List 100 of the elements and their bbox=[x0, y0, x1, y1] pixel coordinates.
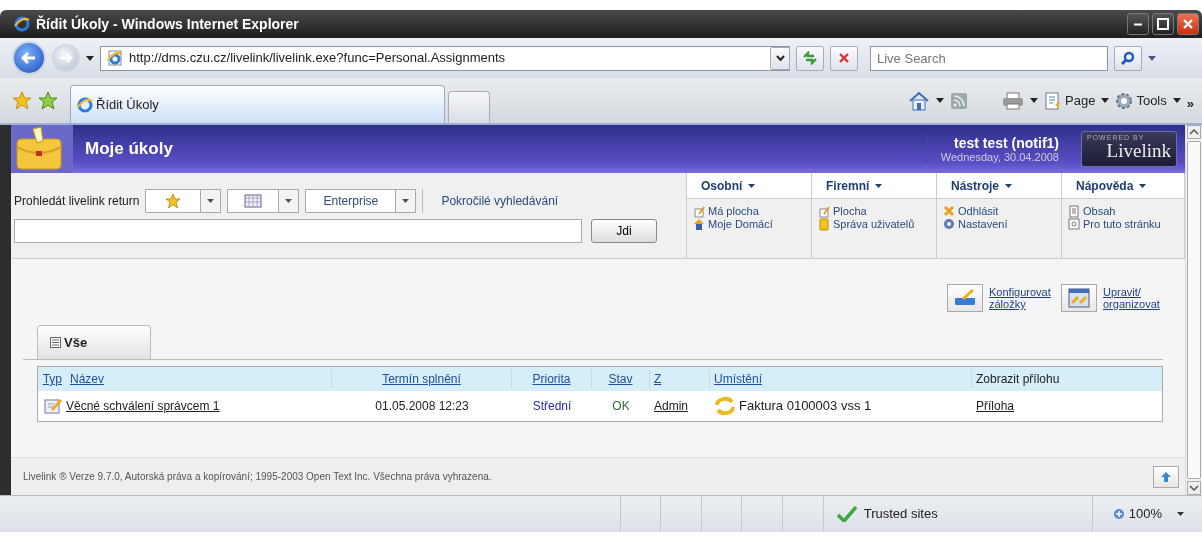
refresh-icon bbox=[802, 51, 818, 65]
due-date: 01.05.2008 12:23 bbox=[374, 398, 470, 415]
column-header[interactable]: Umístění bbox=[710, 370, 972, 388]
home-icon bbox=[693, 218, 705, 231]
dropdown-caret-icon[interactable] bbox=[1030, 98, 1039, 103]
action-icon-button[interactable] bbox=[1061, 284, 1097, 312]
arrows-icon bbox=[1068, 288, 1090, 308]
maximize-icon bbox=[1157, 18, 1169, 30]
favorites-star-icon[interactable] bbox=[12, 90, 32, 111]
maximize-button[interactable] bbox=[1152, 13, 1174, 35]
page-icon bbox=[107, 50, 123, 66]
dropdown-caret-icon[interactable] bbox=[1148, 55, 1156, 61]
close-icon bbox=[1182, 18, 1194, 30]
browser-logo-icon bbox=[77, 96, 93, 113]
search-icon bbox=[1121, 51, 1135, 65]
back-button[interactable] bbox=[12, 41, 46, 75]
menu-link[interactable]: Nastavení bbox=[943, 218, 1055, 231]
search-label: Prohledát livelink return bbox=[14, 192, 140, 210]
column-header[interactable]: Stav bbox=[592, 370, 650, 388]
column-header: Zobrazit přílohu bbox=[975, 371, 1061, 388]
dropdown-caret-icon[interactable] bbox=[1101, 98, 1110, 103]
scrollbar-thumb[interactable] bbox=[1187, 141, 1201, 479]
calendar-icon bbox=[244, 193, 263, 208]
menu-link[interactable]: Moje Domácí bbox=[693, 218, 805, 231]
page-icon bbox=[1044, 91, 1063, 110]
action-link[interactable]: Upravit/ organizovat bbox=[1103, 286, 1179, 310]
close-button[interactable] bbox=[1177, 13, 1199, 35]
browser-tab[interactable]: Řídit Úkoly bbox=[70, 85, 445, 123]
search-input[interactable] bbox=[14, 218, 582, 243]
dropdown-caret-icon bbox=[748, 183, 756, 188]
dropdown-caret-icon bbox=[285, 198, 293, 203]
menu-header[interactable]: Osobní bbox=[687, 173, 811, 199]
task-edit-icon bbox=[44, 397, 62, 415]
column-header[interactable]: Název bbox=[66, 370, 332, 388]
dropdown-caret-icon bbox=[402, 198, 410, 203]
footer-text: Livelink ® Verze 9.7.0, Autorská práva a kopírování; 1995-2003 Open Text Inc. Všechna práva vyhrazena. bbox=[22, 470, 493, 484]
action-icon-button[interactable] bbox=[947, 284, 983, 312]
list-icon bbox=[50, 337, 61, 348]
add-favorite-icon[interactable] bbox=[38, 90, 58, 111]
dropdown-caret-icon bbox=[1139, 183, 1147, 188]
scope-dropdown[interactable]: Enterprise bbox=[305, 188, 417, 213]
search-field[interactable]: Live Search bbox=[870, 45, 1108, 71]
menu-link[interactable]: Obsah bbox=[1068, 205, 1178, 218]
go-button[interactable]: Jdi bbox=[591, 218, 657, 243]
column-header[interactable]: Priorita bbox=[512, 370, 592, 388]
menu-link[interactable]: Pro tuto stránku bbox=[1068, 218, 1178, 231]
column-header[interactable]: Typ bbox=[38, 370, 66, 388]
dropdown-caret-icon bbox=[207, 198, 215, 203]
stop-icon bbox=[838, 52, 850, 64]
forward-arrow-icon bbox=[59, 52, 73, 64]
dropdown-caret-icon[interactable] bbox=[1172, 98, 1181, 103]
menu-header[interactable]: Nástroje bbox=[937, 173, 1061, 199]
dropdown-caret-icon[interactable] bbox=[86, 55, 94, 61]
menu-link[interactable]: Správa uživatelů bbox=[818, 218, 930, 231]
menu-link[interactable]: Má plocha bbox=[693, 205, 805, 218]
location-text: Faktura 0100003 vss 1 bbox=[739, 397, 872, 416]
home-icon[interactable] bbox=[908, 90, 931, 111]
column-header[interactable]: Z bbox=[650, 370, 710, 388]
status-text: OK bbox=[611, 398, 631, 415]
user-link[interactable]: Admin bbox=[650, 397, 710, 415]
stop-button[interactable] bbox=[830, 45, 858, 71]
current-date: Wednesday, 30.04.2008 bbox=[940, 150, 1059, 164]
user-name: test test (notif1) bbox=[953, 134, 1059, 151]
advanced-search-link[interactable]: Pokročilé vyhledávání bbox=[441, 191, 559, 210]
zoom-control[interactable]: 100% bbox=[1091, 496, 1202, 532]
minimize-icon bbox=[1134, 22, 1142, 26]
task-link[interactable]: Věcné schválení správcem 1 bbox=[66, 397, 332, 415]
attachment-link[interactable]: Příloha bbox=[972, 397, 1162, 415]
action-link[interactable]: Konfigurovat záložky bbox=[989, 286, 1055, 310]
command-button[interactable]: Page bbox=[1044, 90, 1096, 111]
search-button[interactable] bbox=[1114, 45, 1142, 71]
address-dropdown-button[interactable] bbox=[770, 46, 790, 70]
scroll-down-icon[interactable] bbox=[1187, 481, 1201, 495]
edit-icon bbox=[818, 205, 830, 218]
menu-link[interactable]: Plocha bbox=[818, 205, 930, 218]
back-to-top-button[interactable] bbox=[1153, 465, 1179, 488]
menu-header[interactable]: Firemní bbox=[812, 173, 936, 199]
list-icon bbox=[1068, 205, 1080, 218]
cross-icon bbox=[943, 205, 955, 218]
address-field[interactable]: http://dms.czu.cz/livelink/livelink.exe?func=Personal.Assignments bbox=[100, 45, 790, 71]
dropdown-caret-icon[interactable] bbox=[936, 98, 945, 103]
page-title: Moje úkoly bbox=[85, 138, 174, 161]
content-tab[interactable]: Vše bbox=[37, 325, 151, 359]
menu-link[interactable]: Odhlásit bbox=[943, 205, 1055, 218]
scroll-up-icon[interactable] bbox=[1187, 125, 1201, 139]
printer-icon[interactable] bbox=[1002, 91, 1025, 110]
zoom-icon bbox=[1112, 507, 1126, 521]
command-button[interactable]: Tools bbox=[1115, 90, 1167, 111]
edit-icon bbox=[693, 205, 705, 218]
minimize-button[interactable] bbox=[1127, 13, 1149, 35]
security-zone: Trusted sites bbox=[863, 505, 938, 524]
arrow-up-icon bbox=[1161, 471, 1171, 482]
gear-icon bbox=[1115, 91, 1134, 110]
window-title: Řídit Úkoly - Windows Internet Explorer bbox=[36, 14, 300, 34]
column-header[interactable]: Termín splnění bbox=[332, 370, 512, 388]
refresh-button[interactable] bbox=[796, 45, 824, 71]
overflow-button[interactable]: » bbox=[1186, 93, 1194, 114]
help-icon bbox=[1068, 218, 1080, 231]
menu-header[interactable]: Nápověda bbox=[1062, 173, 1184, 199]
priority-text: Střední bbox=[531, 398, 573, 415]
